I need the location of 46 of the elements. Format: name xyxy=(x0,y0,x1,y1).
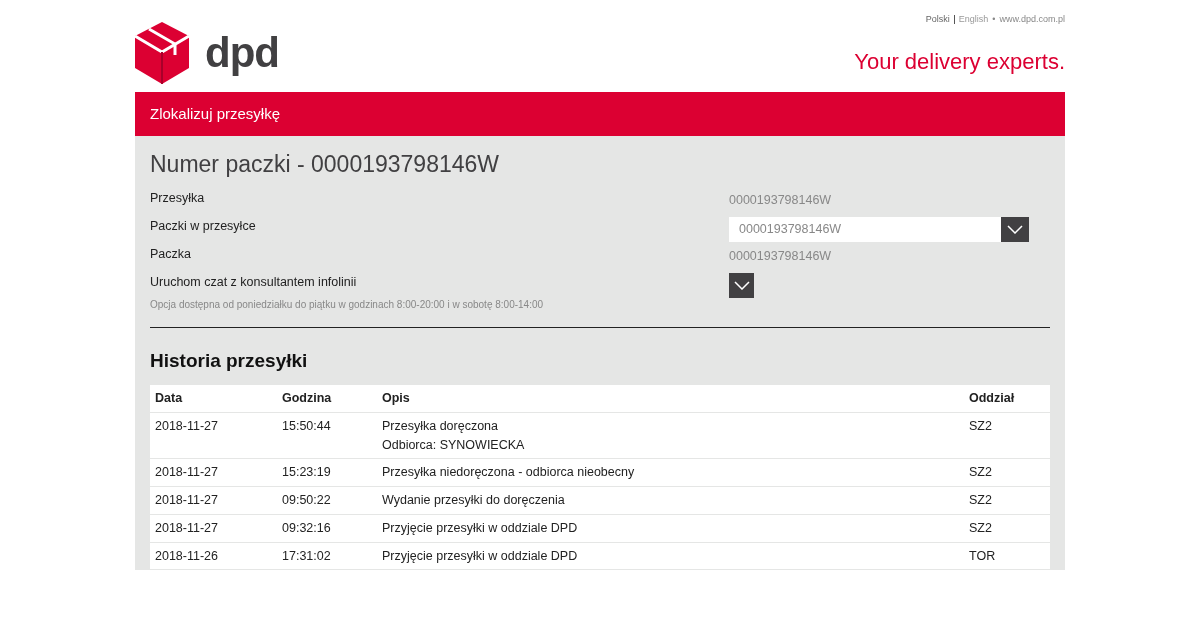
branch-cell: SZ2 xyxy=(964,412,1050,459)
tagline: Your delivery experts. xyxy=(854,47,1065,76)
date-cell: 2018-11-27 xyxy=(150,486,277,515)
branch-cell: TOR xyxy=(964,542,1050,570)
parcel-number-heading: Numer paczki - 0000193798146W xyxy=(150,151,501,179)
column-header: Oddział xyxy=(964,385,1050,413)
time-cell: 17:31:02 xyxy=(277,542,377,570)
field-label: Uruchom czat z konsultantem infolinii xyxy=(150,273,358,291)
description-cell: Przesyłka doręczona Odbiorca: SYNOWIECKA xyxy=(377,412,964,459)
logo-text: dpd xyxy=(205,32,279,74)
package-select[interactable]: 0000193798146W xyxy=(729,216,1029,242)
language-link[interactable]: English xyxy=(958,13,989,27)
time-cell: 09:50:22 xyxy=(277,486,377,515)
field-label: Paczka xyxy=(150,245,192,263)
field-label: Paczki w przesyłce xyxy=(150,217,257,235)
description-cell: Wydanie przesyłki do doręczenia xyxy=(377,486,964,515)
availability-note: Opcja dostępna od poniedziałku do piątku w godzinach 8:00-20:00 i w sobotę 8:00-14:00 xyxy=(150,298,545,313)
time-cell: 15:23:19 xyxy=(277,458,377,487)
chevron-down-icon xyxy=(733,280,750,290)
page-title: Zlokalizuj przesyłkę xyxy=(150,103,281,124)
website-link[interactable]: www.dpd.com.pl xyxy=(999,13,1065,27)
logo-cube-icon xyxy=(135,22,189,84)
history-heading: Historia przesyłki xyxy=(150,350,309,374)
field-value: 0000193798146W xyxy=(729,191,832,209)
description-cell: Przyjęcie przesyłki w oddziale DPD xyxy=(377,514,964,543)
chevron-down-icon xyxy=(1007,224,1023,234)
branch-cell: SZ2 xyxy=(964,458,1050,487)
field-value: 0000193798146W xyxy=(729,247,832,265)
expand-button[interactable] xyxy=(729,272,754,298)
column-header: Godzina xyxy=(277,385,377,413)
column-header: Opis xyxy=(377,385,964,413)
language-link[interactable]: Polski xyxy=(925,13,950,27)
description-cell: Przesyłka niedoręczona - odbiorca nieobecny xyxy=(377,458,964,487)
date-cell: 2018-11-26 xyxy=(150,542,277,570)
branch-cell: SZ2 xyxy=(964,514,1050,543)
bullet-separator: • xyxy=(992,13,996,26)
description-cell: Przyjęcie przesyłki w oddziale DPD xyxy=(377,542,964,570)
date-cell: 2018-11-27 xyxy=(150,412,277,459)
time-cell: 09:32:16 xyxy=(277,514,377,543)
field-label: Przesyłka xyxy=(150,189,206,207)
branch-cell: SZ2 xyxy=(964,486,1050,515)
dropdown-button[interactable] xyxy=(1001,216,1029,242)
column-header: Data xyxy=(150,385,277,413)
date-cell: 2018-11-27 xyxy=(150,458,277,487)
time-cell: 15:50:44 xyxy=(277,412,377,459)
date-cell: 2018-11-27 xyxy=(150,514,277,543)
